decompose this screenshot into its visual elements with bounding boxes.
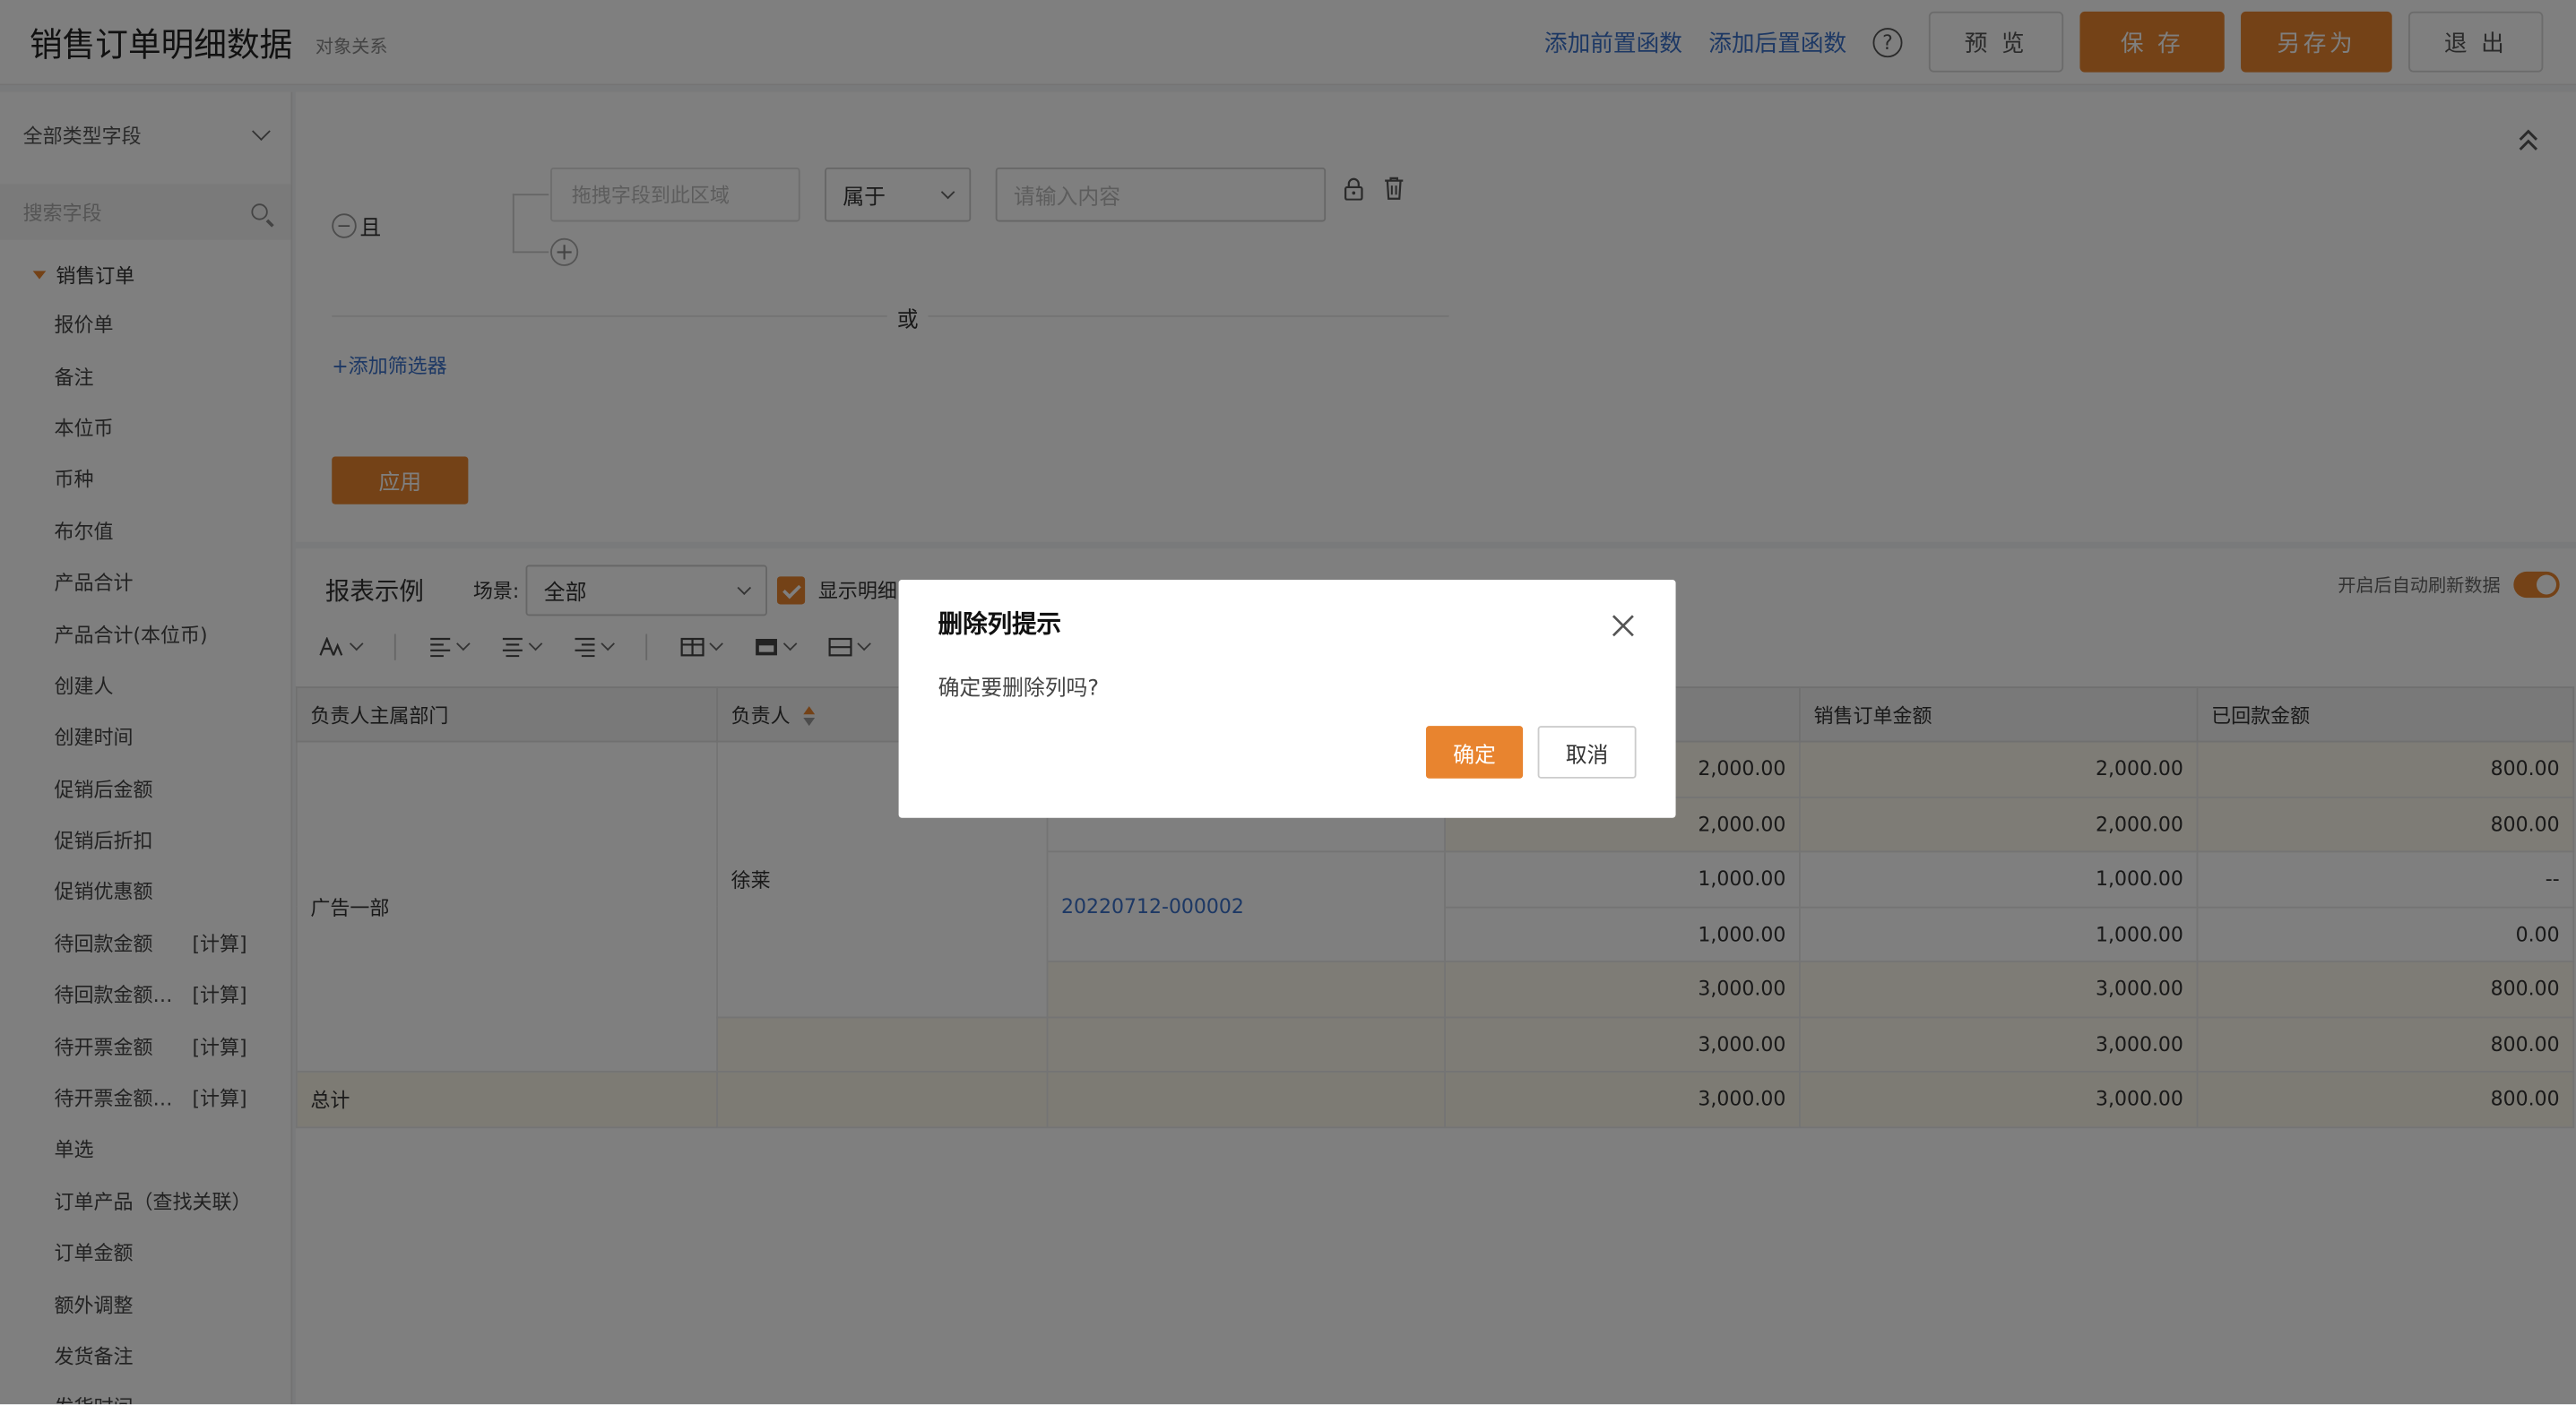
- delete-column-dialog: 删除列提示 确定要删除列吗? 确定 取消: [898, 580, 1676, 818]
- dialog-message: 确定要删除列吗?: [938, 677, 1100, 702]
- dialog-title: 删除列提示: [938, 609, 1062, 639]
- app-root: 销售订单明细数据 对象关系 添加前置函数 添加后置函数 ? 预 览 保 存 另存…: [0, 0, 2576, 1405]
- confirm-button[interactable]: 确定: [1425, 726, 1524, 779]
- close-icon[interactable]: [1610, 613, 1636, 639]
- cancel-button[interactable]: 取消: [1537, 726, 1637, 779]
